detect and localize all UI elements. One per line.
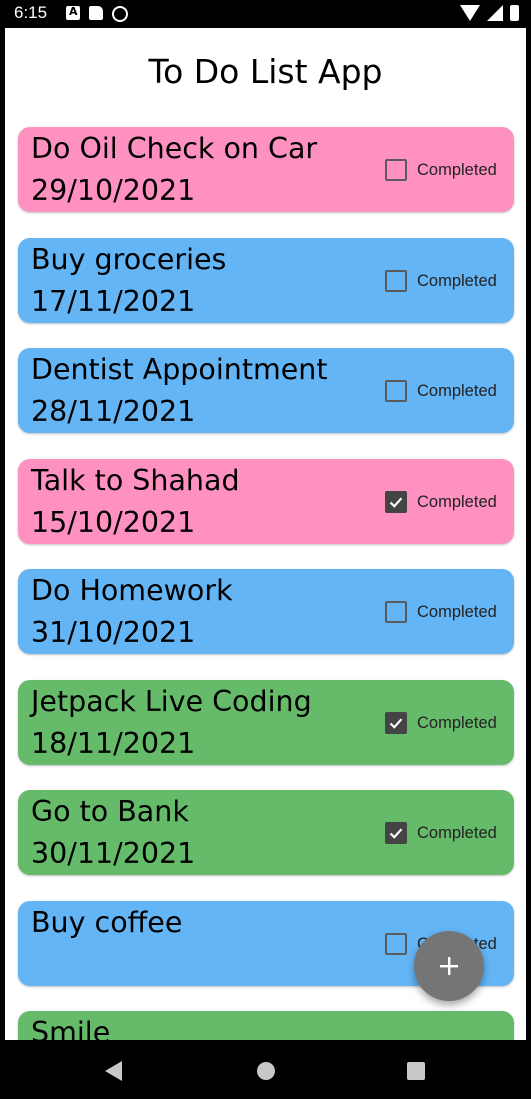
completed-checkbox[interactable]	[385, 601, 407, 623]
status-icons-right	[460, 5, 519, 21]
task-date: 15/10/2021	[31, 505, 196, 539]
task-card[interactable]: Jetpack Live Coding 18/11/2021 Completed	[18, 679, 514, 765]
vpn-key-icon	[112, 6, 128, 22]
completed-checkbox[interactable]	[385, 380, 407, 402]
completed-checkbox[interactable]	[385, 711, 407, 734]
battery-icon	[510, 5, 519, 21]
completed-label: Completed	[417, 492, 497, 511]
task-title: Buy groceries	[31, 242, 227, 276]
task-card[interactable]: Talk to Shahad 15/10/2021 Completed	[18, 458, 514, 544]
task-card[interactable]: Go to Bank 30/11/2021 Completed	[18, 790, 514, 875]
a-notification-icon	[66, 5, 80, 20]
completed-label: Completed	[417, 824, 497, 842]
app-screen: To Do List App Do Oil Check on Car 29/10/…	[5, 28, 526, 1040]
task-title: Dentist Appointment	[31, 353, 328, 386]
completed-label: Completed	[417, 603, 497, 621]
plus-icon	[440, 957, 458, 975]
task-title: Do Homework	[31, 574, 233, 607]
status-bar: 6:15	[0, 0, 531, 28]
completed-checkbox[interactable]	[385, 490, 407, 513]
completed-label: Completed	[417, 161, 497, 179]
task-date: 28/11/2021	[31, 395, 196, 428]
completed-label: Completed	[417, 713, 497, 732]
task-card[interactable]: Dentist Appointment 28/11/2021 Completed	[18, 348, 514, 433]
task-title: Buy coffee	[31, 905, 183, 939]
add-task-button[interactable]	[414, 931, 484, 1001]
back-icon[interactable]	[105, 1061, 122, 1081]
home-icon[interactable]	[257, 1062, 275, 1080]
navigation-bar	[0, 1040, 531, 1099]
task-card[interactable]: SmileCompleted	[18, 1011, 514, 1040]
completed-checkbox[interactable]	[385, 159, 407, 181]
task-card[interactable]: Do Oil Check on Car 29/10/2021 Completed	[18, 127, 514, 212]
wifi-icon	[460, 5, 480, 21]
completed-checkbox[interactable]	[385, 932, 407, 955]
task-title: Do Oil Check on Car	[31, 132, 318, 165]
task-title: Jetpack Live Coding	[31, 684, 312, 718]
task-title: Talk to Shahad	[31, 463, 240, 497]
checkmark-icon	[389, 828, 403, 839]
completed-label: Completed	[417, 382, 497, 400]
completed-label: Completed	[417, 271, 497, 290]
task-title: Go to Bank	[31, 795, 189, 828]
task-date: 29/10/2021	[31, 174, 196, 207]
recents-icon[interactable]	[407, 1062, 425, 1080]
task-date: 31/10/2021	[31, 616, 196, 649]
status-time: 6:15	[14, 3, 48, 22]
completed-checkbox[interactable]	[385, 269, 407, 292]
sd-card-icon	[89, 6, 103, 20]
task-card[interactable]: Do Homework 31/10/2021 Completed	[18, 569, 514, 654]
page-title: To Do List App	[148, 52, 383, 91]
signal-icon	[487, 5, 503, 21]
checkmark-icon	[389, 717, 403, 729]
task-date: 18/11/2021	[31, 726, 196, 760]
status-icons-left	[66, 5, 128, 22]
completed-checkbox[interactable]	[385, 822, 407, 844]
task-card[interactable]: Buy groceries 17/11/2021 Completed	[18, 237, 514, 323]
task-date: 17/11/2021	[31, 284, 196, 318]
task-list[interactable]: Do Oil Check on Car 29/10/2021 Completed Bu…	[18, 127, 514, 1040]
checkmark-icon	[389, 496, 403, 508]
task-title: Smile	[31, 1016, 111, 1040]
task-date: 30/11/2021	[31, 837, 196, 870]
